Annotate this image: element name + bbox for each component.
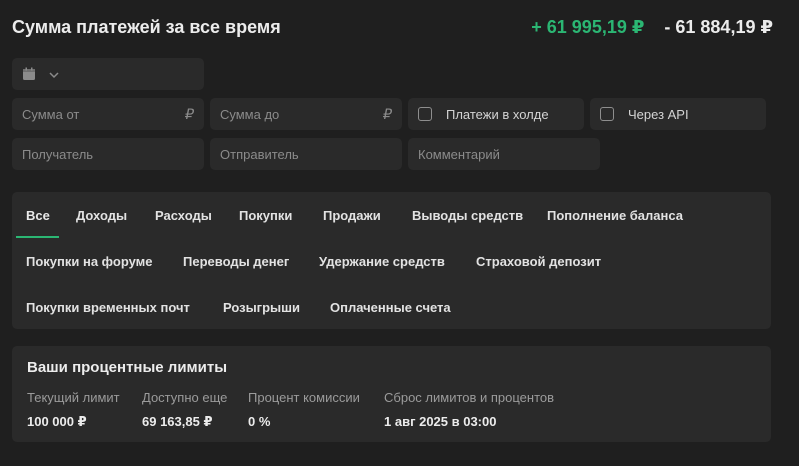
amount-to-input[interactable] — [220, 106, 378, 122]
commission-label: Процент комиссии — [248, 390, 360, 405]
tab-sales[interactable]: Продажи — [323, 208, 381, 223]
tab-giveaways[interactable]: Розыгрыши — [223, 300, 300, 315]
date-picker[interactable] — [12, 58, 204, 90]
sender-field[interactable] — [210, 138, 402, 170]
page-title: Сумма платежей за все время — [12, 16, 281, 37]
hold-payments-toggle[interactable]: Платежи в холде — [408, 98, 584, 130]
income-total: + 61 995,19 ₽ — [531, 16, 645, 37]
tab-forum-purchases[interactable]: Покупки на форуме — [26, 254, 153, 269]
current-limit-label: Текущий лимит — [27, 390, 120, 405]
limits-panel: Ваши процентные лимиты Текущий лимит 100… — [12, 346, 771, 442]
api-payments-label: Через API — [628, 106, 689, 122]
tab-temp-mail-purchases[interactable]: Покупки временных почт — [26, 300, 190, 315]
amount-from-field[interactable]: ₽ — [12, 98, 204, 130]
ruble-icon: ₽ — [383, 105, 392, 122]
tab-holds[interactable]: Удержание средств — [319, 254, 445, 269]
header: Сумма платежей за все время + 61 995,19 … — [12, 15, 773, 39]
tabs-panel: Все Доходы Расходы Покупки Продажи Вывод… — [12, 192, 771, 329]
comment-input[interactable] — [418, 146, 590, 162]
tab-topups[interactable]: Пополнение баланса — [547, 208, 683, 223]
tab-insurance-deposit[interactable]: Страховой депозит — [476, 254, 601, 269]
limits-title: Ваши процентные лимиты — [27, 359, 228, 376]
tab-transfers[interactable]: Переводы денег — [183, 254, 289, 269]
commission-value: 0 % — [248, 414, 271, 429]
api-payments-toggle[interactable]: Через API — [590, 98, 766, 130]
sums: + 61 995,19 ₽ - 61 884,19 ₽ — [531, 17, 773, 38]
tab-purchases[interactable]: Покупки — [239, 208, 292, 223]
tab-all[interactable]: Все — [26, 208, 50, 223]
reset-value: 1 авг 2025 в 03:00 — [384, 414, 497, 429]
chevron-down-icon[interactable] — [48, 68, 60, 80]
expense-total: - 61 884,19 ₽ — [664, 16, 773, 37]
recipient-field[interactable] — [12, 138, 204, 170]
recipient-input[interactable] — [22, 146, 194, 162]
tab-expenses[interactable]: Расходы — [155, 208, 212, 223]
current-limit-value: 100 000 ₽ — [27, 414, 87, 429]
api-payments-checkbox[interactable] — [600, 107, 614, 121]
calendar-icon — [22, 67, 36, 81]
tab-income[interactable]: Доходы — [76, 208, 127, 223]
hold-payments-checkbox[interactable] — [418, 107, 432, 121]
sender-input[interactable] — [220, 146, 392, 162]
reset-label: Сброс лимитов и процентов — [384, 390, 555, 405]
amount-from-input[interactable] — [22, 106, 180, 122]
comment-field[interactable] — [408, 138, 600, 170]
ruble-icon: ₽ — [185, 105, 194, 122]
tab-paid-invoices[interactable]: Оплаченные счета — [330, 300, 451, 315]
available-value: 69 163,85 ₽ — [142, 414, 213, 429]
hold-payments-label: Платежи в холде — [446, 106, 549, 122]
available-label: Доступно еще — [142, 390, 228, 405]
tab-withdrawals[interactable]: Выводы средств — [412, 208, 523, 223]
active-tab-indicator — [16, 236, 59, 238]
amount-to-field[interactable]: ₽ — [210, 98, 402, 130]
